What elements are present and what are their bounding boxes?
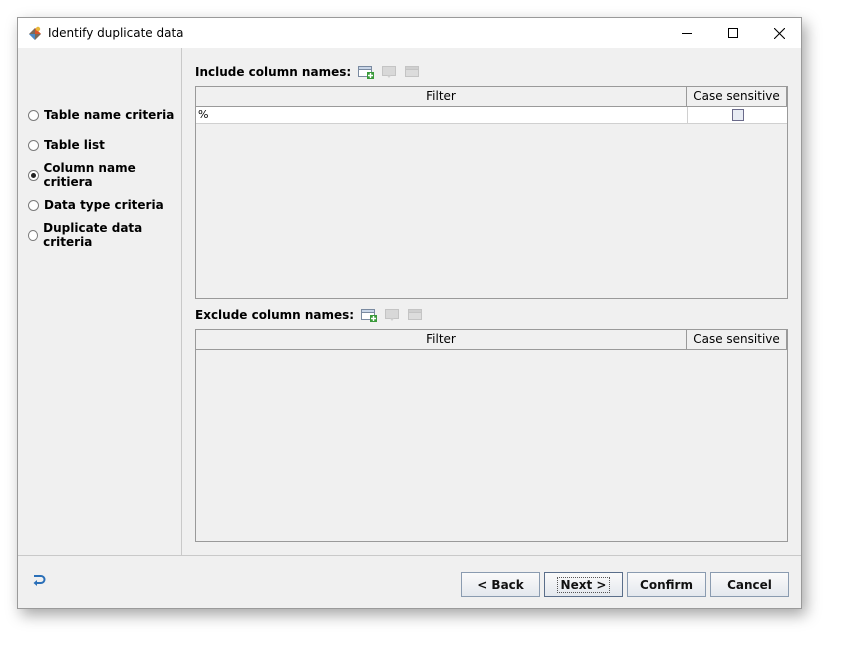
table-header: Filter Case sensitive xyxy=(196,87,787,107)
window-title: Identify duplicate data xyxy=(48,26,184,40)
include-label: Include column names: xyxy=(195,65,352,79)
remove-row-icon xyxy=(405,66,420,77)
maximize-icon xyxy=(728,28,738,38)
radio-button[interactable] xyxy=(28,109,39,121)
radio-button[interactable] xyxy=(28,199,39,211)
add-row-icon[interactable] xyxy=(361,308,378,322)
include-section-header: Include column names: xyxy=(195,65,420,79)
step-label: Table list xyxy=(44,138,105,152)
step-column-name-criteria[interactable]: Column name critiera xyxy=(28,161,181,189)
include-columns-table[interactable]: Filter Case sensitive % xyxy=(195,86,788,299)
step-data-type-criteria[interactable]: Data type criteria xyxy=(28,197,164,213)
minimize-button[interactable] xyxy=(664,18,710,48)
case-sensitive-column-header[interactable]: Case sensitive xyxy=(687,330,787,349)
dialog-window: Identify duplicate data Table name crite… xyxy=(17,17,802,609)
step-label: Table name criteria xyxy=(44,108,175,122)
case-sensitive-column-header[interactable]: Case sensitive xyxy=(687,87,787,106)
close-button[interactable] xyxy=(756,18,802,48)
step-label: Duplicate data criteria xyxy=(43,221,143,249)
radio-button[interactable] xyxy=(28,139,39,151)
add-row-icon[interactable] xyxy=(358,65,375,79)
exclude-section-header: Exclude column names: xyxy=(195,308,423,322)
wizard-steps-sidebar: Table name criteria Table list Column na… xyxy=(18,48,182,555)
edit-row-icon xyxy=(385,309,400,321)
minimize-icon xyxy=(682,33,692,34)
exclude-label: Exclude column names: xyxy=(195,308,355,322)
step-table-list[interactable]: Table list xyxy=(28,137,105,153)
cancel-button[interactable]: Cancel xyxy=(710,572,789,597)
undo-arrow-icon[interactable] xyxy=(31,573,47,587)
cancel-button-label: Cancel xyxy=(727,577,772,592)
step-table-name-criteria[interactable]: Table name criteria xyxy=(28,107,174,123)
case-sensitive-checkbox[interactable] xyxy=(731,109,744,121)
radio-button-selected[interactable] xyxy=(28,169,39,181)
exclude-columns-table[interactable]: Filter Case sensitive xyxy=(195,329,788,542)
maximize-button[interactable] xyxy=(710,18,756,48)
step-label: Data type criteria xyxy=(44,198,164,212)
next-button[interactable]: Next > xyxy=(544,572,623,597)
step-label: Column name critiera xyxy=(43,161,136,189)
table-header: Filter Case sensitive xyxy=(196,330,787,350)
title-bar[interactable]: Identify duplicate data xyxy=(18,18,801,48)
filter-cell[interactable]: % xyxy=(198,108,208,121)
filter-column-header[interactable]: Filter xyxy=(196,330,687,349)
table-row[interactable]: % xyxy=(196,107,787,124)
app-logo-icon xyxy=(29,26,41,40)
edit-row-icon xyxy=(382,66,397,78)
filter-column-header[interactable]: Filter xyxy=(196,87,687,106)
radio-button[interactable] xyxy=(28,229,39,241)
remove-row-icon xyxy=(408,309,423,320)
step-duplicate-data-criteria[interactable]: Duplicate data criteria xyxy=(28,221,181,249)
confirm-button-label: Confirm xyxy=(640,577,693,592)
confirm-button[interactable]: Confirm xyxy=(627,572,706,597)
button-bar: < Back Next > Confirm Cancel xyxy=(18,555,801,609)
back-button[interactable]: < Back xyxy=(461,572,540,597)
next-button-label: Next > xyxy=(556,576,611,593)
back-button-label: < Back xyxy=(477,577,524,592)
case-sensitive-cell[interactable] xyxy=(687,107,787,123)
close-icon xyxy=(773,27,785,39)
